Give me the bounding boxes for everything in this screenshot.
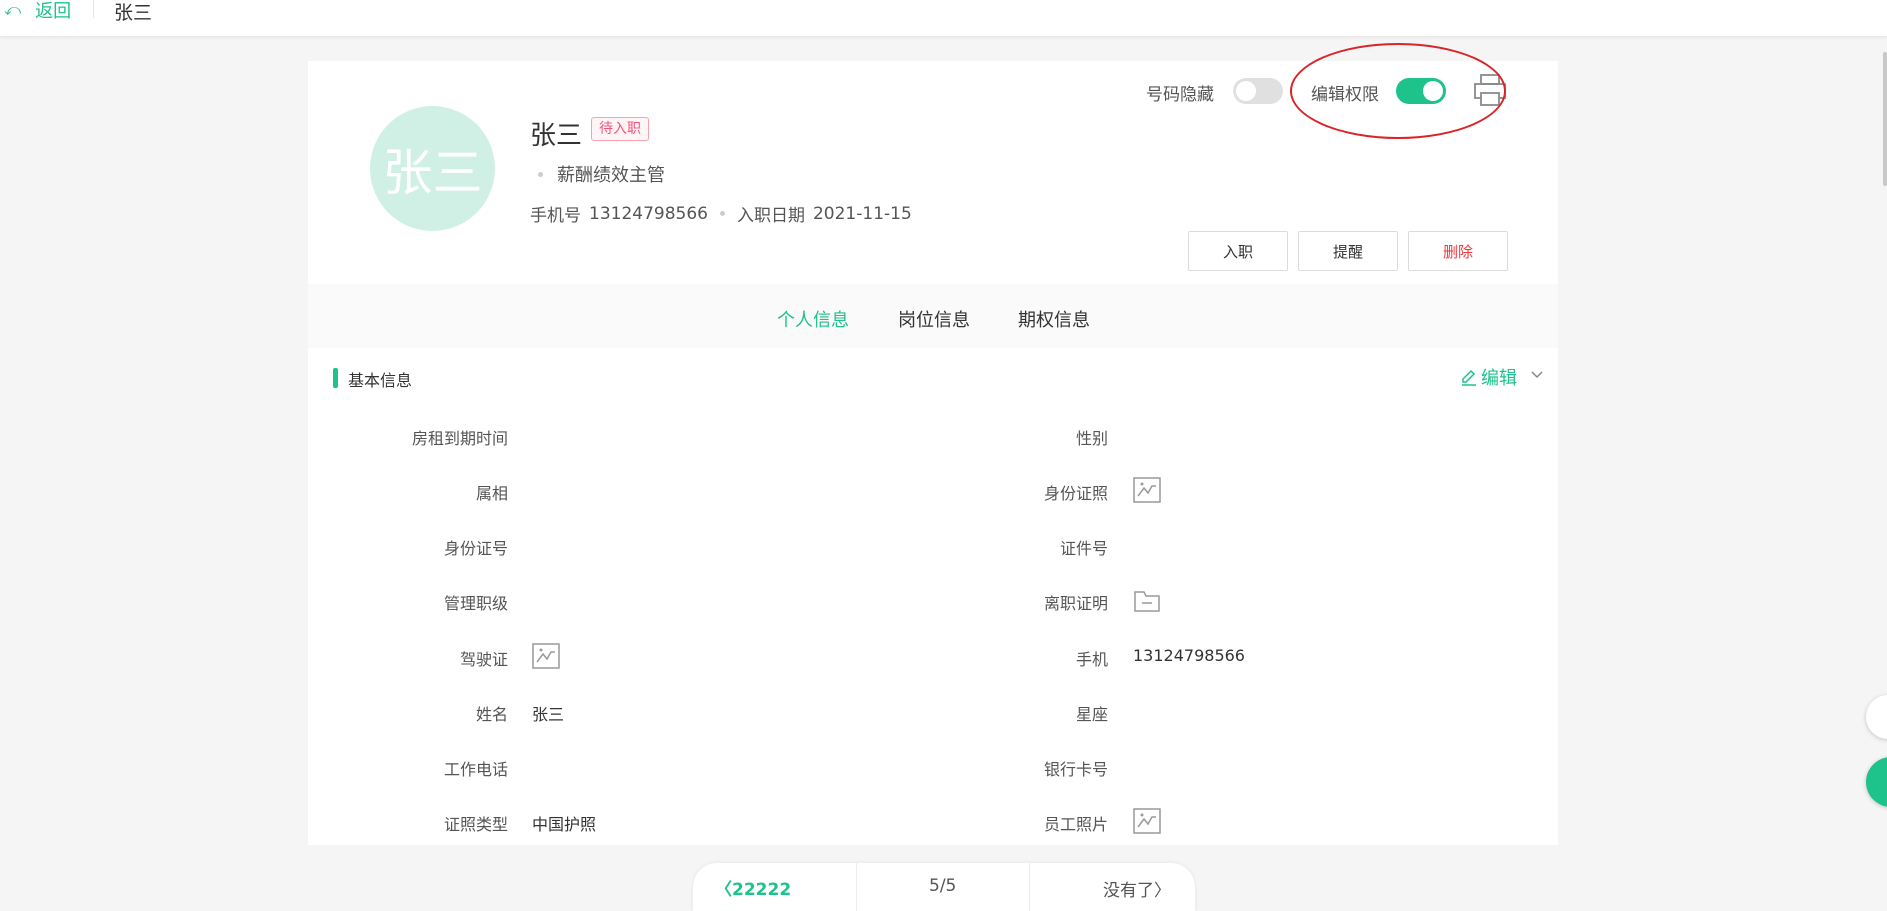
- field-label: 工作电话: [443, 760, 508, 779]
- avatar: 张三: [370, 106, 495, 231]
- hire-date-label: 入职日期: [736, 206, 805, 226]
- field-value: 13124798566: [1133, 646, 1245, 665]
- bullet-dot: [719, 211, 725, 216]
- edit-label: 编辑: [1481, 368, 1517, 389]
- page-count: 5/5: [929, 876, 957, 896]
- headset-button[interactable]: [1866, 695, 1887, 739]
- phone-value: 13124798566: [589, 203, 708, 224]
- prev-record-button[interactable]: 〈22222: [715, 875, 791, 900]
- pencil-icon: [1462, 369, 1476, 386]
- image-icon[interactable]: [1133, 808, 1161, 834]
- field-label: 房租到期时间: [411, 429, 508, 448]
- section-marker: [333, 368, 338, 388]
- field-label: 管理职级: [443, 594, 508, 613]
- back-label: 返回: [35, 1, 72, 22]
- field-label: 手机: [1075, 650, 1108, 669]
- tab-bar: 个人信息 岗位信息 期权信息: [308, 284, 1558, 348]
- delete-button[interactable]: 删除: [1408, 231, 1508, 271]
- field-label: 离职证明: [1043, 594, 1108, 613]
- basic-info-panel: 基本信息 编辑 房租到期时间 属相 身份证号 管理职级 驾驶证 姓名 张三 工作…: [308, 348, 1558, 848]
- field-value: 张三: [532, 705, 565, 724]
- tab-option-info[interactable]: 期权信息: [1018, 306, 1090, 332]
- field-label: 证件号: [1059, 539, 1108, 558]
- undo-icon: ⤺: [4, 0, 22, 19]
- phone-label: 手机号: [530, 206, 581, 226]
- chevron-down-icon[interactable]: [1530, 370, 1544, 380]
- field-label: 身份证号: [443, 539, 508, 558]
- remind-button[interactable]: 提醒: [1298, 231, 1398, 271]
- status-badge: 待入职: [591, 117, 649, 141]
- scrollbar-thumb[interactable]: [1883, 52, 1887, 186]
- field-value: 中国护照: [532, 815, 597, 834]
- toggle-knob: [1423, 81, 1443, 101]
- position-line: 薪酬绩效主管: [538, 161, 665, 187]
- chevron-right-icon: 〉: [1154, 881, 1171, 901]
- hire-date-value: 2021-11-15: [812, 203, 912, 224]
- divider: [856, 863, 857, 911]
- divider: [1029, 863, 1030, 911]
- page-title: 张三: [114, 2, 153, 24]
- printer-icon[interactable]: [1473, 73, 1507, 107]
- next-record-label: 没有了: [1103, 881, 1154, 901]
- edit-button[interactable]: 编辑: [1460, 364, 1517, 390]
- contact-line: 手机号 13124798566 入职日期 2021-11-15: [530, 201, 912, 227]
- toggle-knob: [1236, 81, 1256, 101]
- chevron-left-icon: 〈: [715, 880, 732, 900]
- tab-position-info[interactable]: 岗位信息: [898, 306, 970, 332]
- folder-icon[interactable]: [1133, 588, 1161, 614]
- tab-personal-info[interactable]: 个人信息: [777, 306, 849, 332]
- position-text: 薪酬绩效主管: [557, 165, 665, 186]
- onboard-button[interactable]: 入职: [1188, 231, 1288, 271]
- edit-permission-label: 编辑权限: [1311, 85, 1379, 105]
- field-label: 星座: [1075, 705, 1108, 724]
- divider: [93, 0, 94, 18]
- hide-number-toggle[interactable]: [1233, 78, 1283, 104]
- hide-number-label: 号码隐藏: [1146, 85, 1214, 105]
- field-label: 员工照片: [1043, 815, 1108, 834]
- next-record-button[interactable]: 没有了〉: [1103, 876, 1171, 901]
- section-title: 基本信息: [348, 371, 413, 390]
- field-label: 姓名: [475, 705, 508, 724]
- employee-name: 张三: [530, 121, 583, 151]
- field-label: 性别: [1075, 429, 1108, 448]
- profile-card: 张三 张三 待入职 薪酬绩效主管 手机号 13124798566 入职日期 20…: [308, 43, 1558, 284]
- field-label: 属相: [475, 484, 508, 503]
- pager: 〈22222 5/5 没有了〉: [693, 863, 1195, 911]
- field-label: 银行卡号: [1043, 760, 1108, 779]
- field-label: 驾驶证: [459, 650, 508, 669]
- field-label: 身份证照: [1043, 484, 1108, 503]
- top-bar: ⤺ 返回 张三: [0, 0, 1887, 36]
- image-icon[interactable]: [1133, 477, 1161, 503]
- edit-permission-toggle[interactable]: [1396, 78, 1446, 104]
- back-button[interactable]: ⤺ 返回: [4, 0, 72, 22]
- bullet-dot: [538, 171, 543, 177]
- chat-button[interactable]: [1866, 757, 1887, 807]
- prev-record-label: 22222: [732, 880, 792, 900]
- field-label: 证照类型: [443, 815, 508, 834]
- image-icon[interactable]: [532, 643, 560, 669]
